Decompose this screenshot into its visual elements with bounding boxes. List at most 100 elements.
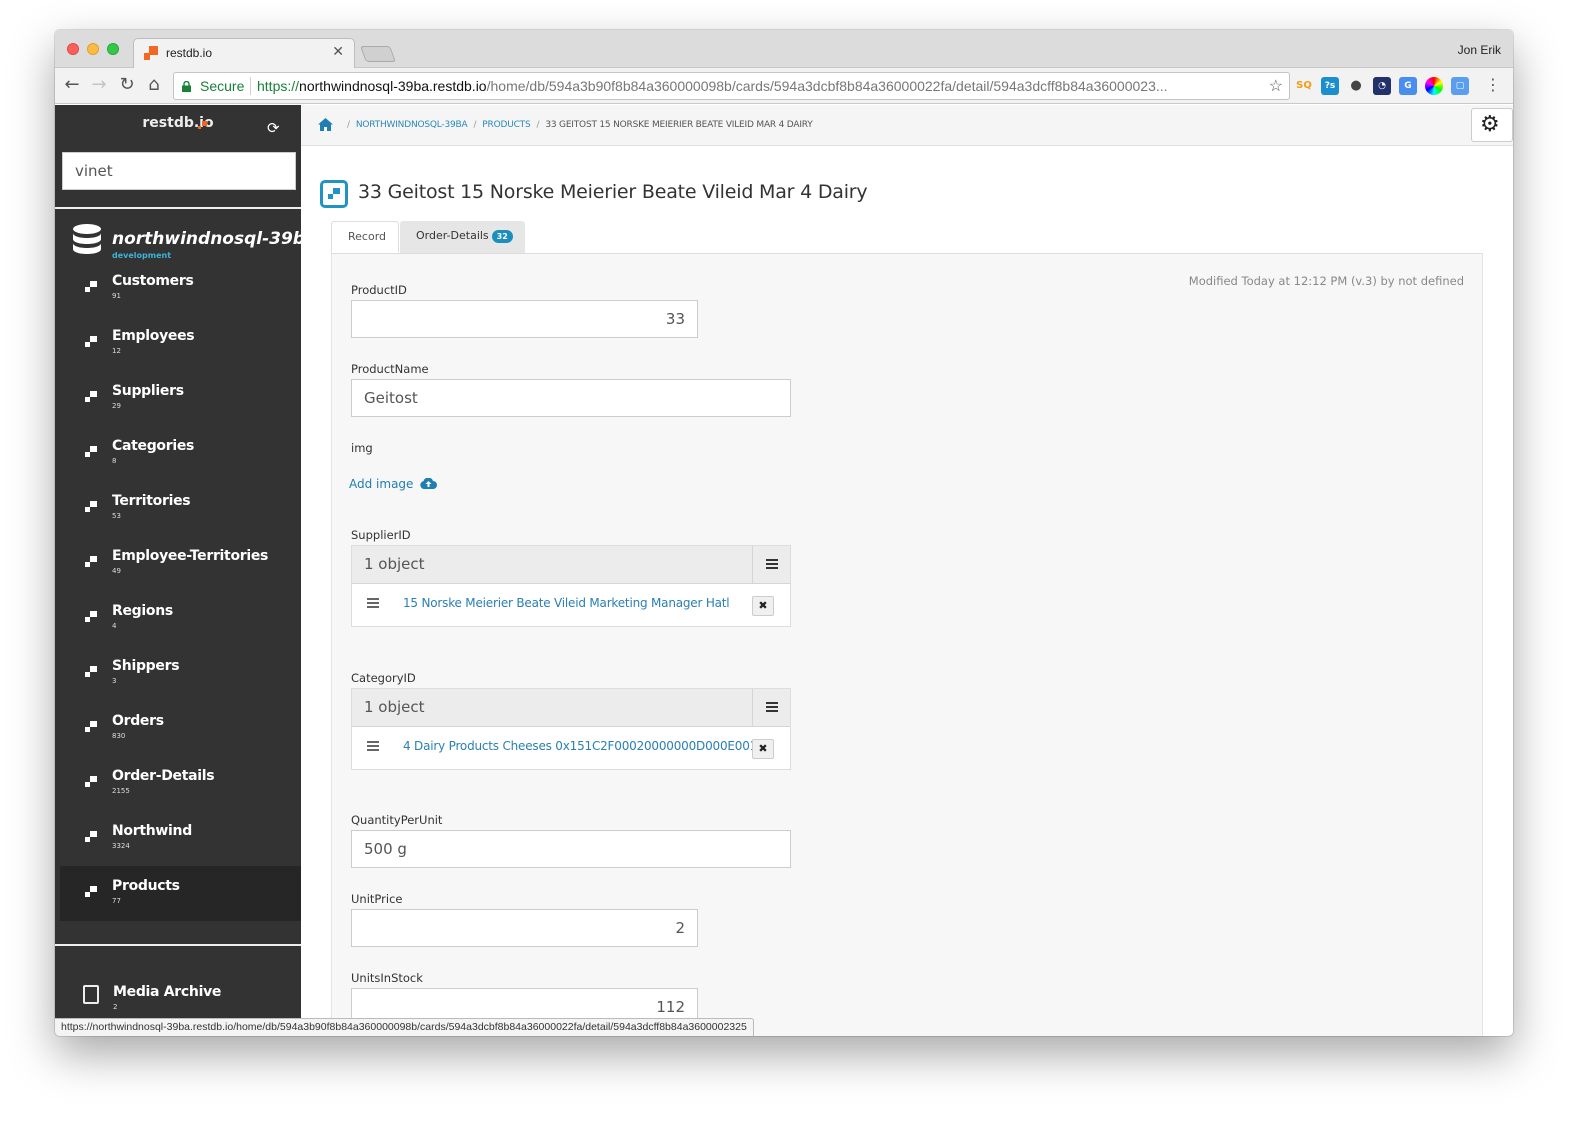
cloud-upload-icon — [420, 478, 438, 489]
relation-count: 1 object — [364, 698, 425, 716]
speed-gauge-icon[interactable]: ◔ — [1373, 77, 1391, 95]
sidebar-item-count: 29 — [112, 402, 121, 410]
address-separator — [250, 77, 251, 95]
restdb-app: restdb.io ⟳ vinet northwindnosql-39ba de… — [55, 105, 1513, 1036]
modified-info: Modified Today at 12:12 PM (v.3) by not … — [1188, 274, 1464, 288]
category-link[interactable]: 4 Dairy Products Cheeses 0x151C2F0002000… — [403, 739, 772, 753]
address-bar[interactable]: Secure https://northwindnosql-39ba.restd… — [173, 72, 1290, 100]
breadcrumb-collection[interactable]: PRODUCTS — [482, 120, 530, 130]
remove-supplier-button[interactable]: ✖ — [752, 596, 774, 616]
sidebar-item-count: 3 — [112, 677, 117, 685]
sidebar-item-count: 12 — [112, 347, 121, 355]
add-image-label: Add image — [349, 477, 414, 491]
evernote-icon[interactable]: ● — [1347, 77, 1365, 95]
url-host: northwindnosql-39ba.restdb.io — [299, 78, 487, 94]
sidebar-item-label: Customers — [112, 273, 194, 289]
record-form: Modified Today at 12:12 PM (v.3) by not … — [331, 253, 1483, 1036]
sidebar-item-label: Shippers — [112, 658, 180, 674]
sidebar-item-count: 77 — [112, 897, 121, 905]
sidebar-item-count: 2155 — [112, 787, 130, 795]
quantity-per-unit-input[interactable]: 500 g — [351, 830, 791, 868]
collection-icon — [85, 611, 97, 622]
stackoverflow-icon[interactable]: ?s — [1321, 77, 1339, 95]
product-id-input[interactable]: 33 — [351, 300, 698, 338]
breadcrumb-separator: / — [347, 120, 350, 130]
home-icon[interactable]: ⌂ — [143, 74, 165, 96]
collection-icon — [85, 666, 97, 677]
tab-label: Record — [348, 230, 387, 243]
forward-icon[interactable]: → — [88, 74, 110, 96]
sidebar-divider — [55, 944, 301, 946]
relation-menu-button[interactable] — [752, 546, 790, 583]
sidebar-item-territories[interactable]: Territories 53 — [60, 481, 301, 536]
units-in-stock-label: UnitsInStock — [351, 971, 423, 985]
sidebar-item-regions[interactable]: Regions 4 — [60, 591, 301, 646]
sq-icon[interactable]: SQ — [1295, 77, 1313, 95]
supplier-relation: 1 object 15 Norske Meierier Beate Vileid… — [351, 545, 791, 627]
category-id-label: CategoryID — [351, 671, 416, 685]
sidebar-item-categories[interactable]: Categories 8 — [60, 426, 301, 481]
sidebar-item-products[interactable]: Products 77 — [60, 866, 301, 921]
sidebar-item-count: 4 — [112, 622, 117, 630]
refresh-icon[interactable]: ⟳ — [267, 119, 280, 137]
bookmark-star-icon[interactable]: ☆ — [1269, 76, 1283, 96]
drag-handle-icon[interactable] — [367, 741, 379, 753]
unit-price-input[interactable]: 2 — [351, 909, 698, 947]
sidebar-item-label: Categories — [112, 438, 195, 454]
extension-icons: SQ ?s ● ◔ G ▢ — [1295, 76, 1469, 96]
maximize-window-button[interactable] — [107, 43, 119, 55]
sidebar-search-input[interactable]: vinet — [62, 152, 296, 190]
cast-icon[interactable]: ▢ — [1451, 77, 1469, 95]
brand-mark-icon — [198, 121, 207, 129]
sidebar-item-label: Media Archive — [113, 984, 222, 1000]
sidebar-item-label: Employee-Territories — [112, 548, 269, 564]
relation-menu-button[interactable] — [752, 689, 790, 726]
page-title: 33 Geitost 15 Norske Meierier Beate Vile… — [358, 181, 868, 203]
database-header[interactable]: northwindnosql-39ba development — [55, 217, 316, 261]
secure-label: Secure — [200, 78, 245, 94]
sidebar-item-employees[interactable]: Employees 12 — [60, 316, 301, 371]
breadcrumb-separator: / — [473, 120, 477, 130]
product-id-label: ProductID — [351, 283, 407, 297]
sidebar-item-orders[interactable]: Orders 830 — [60, 701, 301, 756]
sidebar-item-label: Products — [112, 878, 180, 894]
supplier-link[interactable]: 15 Norske Meierier Beate Vileid Marketin… — [403, 596, 730, 610]
drag-handle-icon[interactable] — [367, 598, 379, 610]
sidebar-item-shippers[interactable]: Shippers 3 — [60, 646, 301, 701]
sidebar-item-count: 91 — [112, 292, 121, 300]
sidebar-item-employee-territories[interactable]: Employee-Territories 49 — [60, 536, 301, 591]
sidebar-item-suppliers[interactable]: Suppliers 29 — [60, 371, 301, 426]
new-tab-button[interactable] — [360, 46, 396, 62]
brand-logo[interactable]: restdb.io — [55, 115, 301, 131]
tab-record[interactable]: Record — [331, 221, 399, 253]
product-name-input[interactable]: Geitost — [351, 379, 791, 417]
browser-menu-icon[interactable]: ⋮ — [1485, 76, 1501, 94]
database-environment: development — [112, 251, 172, 260]
close-window-button[interactable] — [67, 43, 79, 55]
tab-order-details[interactable]: Order-Details 32 — [400, 221, 525, 253]
home-icon[interactable] — [318, 118, 333, 131]
sidebar-item-northwind[interactable]: Northwind 3324 — [60, 811, 301, 866]
main-content: / NORTHWINDNOSQL-39BA / PRODUCTS / 33 GEITOST… — [301, 105, 1513, 1036]
sidebar-item-customers[interactable]: Customers 91 — [60, 261, 301, 316]
reload-icon[interactable]: ↻ — [116, 74, 138, 96]
url-text[interactable]: https://northwindnosql-39ba.restdb.io/ho… — [257, 78, 1262, 94]
category-relation: 1 object 4 Dairy Products Cheeses 0x151C… — [351, 688, 791, 770]
add-image-link[interactable]: Add image — [349, 477, 438, 491]
database-icon — [73, 224, 101, 254]
remove-category-button[interactable]: ✖ — [752, 739, 774, 759]
sidebar-item-label: Regions — [112, 603, 173, 619]
breadcrumb-database[interactable]: NORTHWINDNOSQL-39BA — [356, 120, 468, 130]
google-translate-icon[interactable]: G — [1399, 77, 1417, 95]
collection-icon — [85, 886, 97, 897]
back-icon[interactable]: ← — [61, 74, 83, 96]
browser-toolbar: ← → ↻ ⌂ Secure https://northwindnosql-39… — [55, 68, 1513, 104]
color-picker-icon[interactable] — [1425, 77, 1443, 95]
sidebar-item-order-details[interactable]: Order-Details 2155 — [60, 756, 301, 811]
close-tab-icon[interactable]: ✕ — [332, 44, 344, 60]
sidebar-item-count: 3324 — [112, 842, 130, 850]
settings-button[interactable]: ⚙ — [1471, 108, 1513, 142]
browser-tab[interactable]: restdb.io ✕ — [133, 38, 355, 69]
profile-name[interactable]: Jon Erik — [1458, 43, 1501, 57]
minimize-window-button[interactable] — [87, 43, 99, 55]
